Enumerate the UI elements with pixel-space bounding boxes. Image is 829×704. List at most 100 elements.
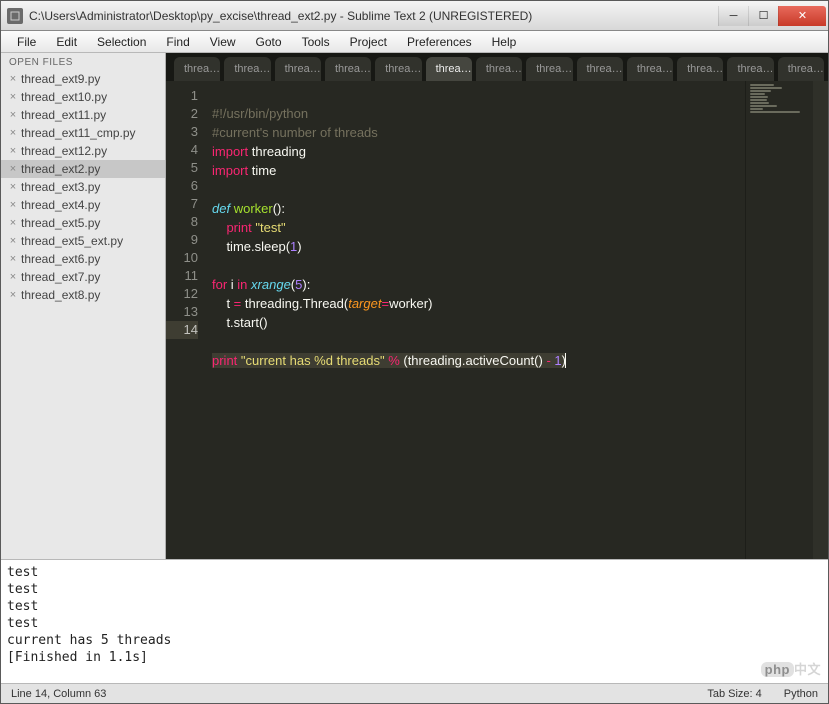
line-number[interactable]: 4 xyxy=(166,141,198,159)
menu-edit[interactable]: Edit xyxy=(46,33,87,51)
line-number[interactable]: 12 xyxy=(166,285,198,303)
editor-tab[interactable]: threa… xyxy=(577,57,623,81)
maximize-button[interactable]: ☐ xyxy=(748,6,778,26)
file-name-label: thread_ext9.py xyxy=(21,72,100,86)
menu-selection[interactable]: Selection xyxy=(87,33,156,51)
minimap-preview xyxy=(750,84,809,112)
menu-find[interactable]: Find xyxy=(156,33,199,51)
status-syntax[interactable]: Python xyxy=(784,688,818,700)
file-name-label: thread_ext11.py xyxy=(21,108,106,122)
menu-help[interactable]: Help xyxy=(482,33,527,51)
editor-column: threa…threa…threa…threa…threa…threa…thre… xyxy=(166,53,828,559)
line-number[interactable]: 1 xyxy=(166,87,198,105)
minimize-button[interactable]: ─ xyxy=(718,6,748,26)
file-name-label: thread_ext5_ext.py xyxy=(21,234,123,248)
statusbar: Line 14, Column 63 Tab Size: 4 Python xyxy=(1,683,828,703)
line-number[interactable]: 5 xyxy=(166,159,198,177)
close-icon[interactable]: × xyxy=(7,271,19,283)
menu-preferences[interactable]: Preferences xyxy=(397,33,482,51)
close-icon[interactable]: × xyxy=(7,127,19,139)
sidebar-heading: OPEN FILES xyxy=(1,53,165,70)
sidebar-file-item[interactable]: ×thread_ext2.py xyxy=(1,160,165,178)
file-name-label: thread_ext12.py xyxy=(21,144,107,158)
app-icon xyxy=(7,8,23,24)
close-icon[interactable]: × xyxy=(7,163,19,175)
menu-file[interactable]: File xyxy=(7,33,46,51)
editor-tab[interactable]: threa… xyxy=(275,57,321,81)
code-area: 1234567891011121314 #!/usr/bin/python #c… xyxy=(166,81,828,559)
sidebar-file-item[interactable]: ×thread_ext6.py xyxy=(1,250,165,268)
editor-tab[interactable]: threa… xyxy=(677,57,723,81)
menu-view[interactable]: View xyxy=(200,33,246,51)
close-icon[interactable]: × xyxy=(7,91,19,103)
file-name-label: thread_ext10.py xyxy=(21,90,107,104)
editor-tab[interactable]: threa… xyxy=(727,57,773,81)
editor-tab[interactable]: threa… xyxy=(375,57,421,81)
sidebar-file-item[interactable]: ×thread_ext10.py xyxy=(1,88,165,106)
line-gutter[interactable]: 1234567891011121314 xyxy=(166,81,206,559)
menu-goto[interactable]: Goto xyxy=(246,33,292,51)
line-number[interactable]: 14 xyxy=(166,321,198,339)
line-number[interactable]: 7 xyxy=(166,195,198,213)
close-icon[interactable]: × xyxy=(7,109,19,121)
close-icon[interactable]: × xyxy=(7,235,19,247)
sidebar-file-item[interactable]: ×thread_ext5.py xyxy=(1,214,165,232)
menu-tools[interactable]: Tools xyxy=(292,33,340,51)
sidebar-file-item[interactable]: ×thread_ext8.py xyxy=(1,286,165,304)
sidebar-file-item[interactable]: ×thread_ext3.py xyxy=(1,178,165,196)
line-number[interactable]: 10 xyxy=(166,249,198,267)
editor-tab[interactable]: threa… xyxy=(526,57,572,81)
editor-tab[interactable]: threa… xyxy=(426,57,472,81)
sidebar: OPEN FILES ×thread_ext9.py×thread_ext10.… xyxy=(1,53,166,559)
sidebar-file-item[interactable]: ×thread_ext11.py xyxy=(1,106,165,124)
editor-tab[interactable]: threa… xyxy=(627,57,673,81)
line-number[interactable]: 6 xyxy=(166,177,198,195)
editor-tab[interactable]: threa… xyxy=(476,57,522,81)
build-output-console[interactable]: test test test test current has 5 thread… xyxy=(1,559,828,683)
line-number[interactable]: 13 xyxy=(166,303,198,321)
file-name-label: thread_ext4.py xyxy=(21,198,100,212)
line-number[interactable]: 8 xyxy=(166,213,198,231)
close-icon[interactable]: × xyxy=(7,73,19,85)
menubar: File Edit Selection Find View Goto Tools… xyxy=(1,31,828,53)
window-title: C:\Users\Administrator\Desktop\py_excise… xyxy=(29,9,718,23)
close-icon[interactable]: × xyxy=(7,253,19,265)
close-icon[interactable]: × xyxy=(7,145,19,157)
editor-tab[interactable]: threa… xyxy=(174,57,220,81)
file-name-label: thread_ext8.py xyxy=(21,288,100,302)
file-name-label: thread_ext6.py xyxy=(21,252,100,266)
code-editor[interactable]: #!/usr/bin/python #current's number of t… xyxy=(206,81,745,559)
close-icon[interactable]: × xyxy=(7,217,19,229)
close-button[interactable]: ✕ xyxy=(778,6,826,26)
titlebar[interactable]: C:\Users\Administrator\Desktop\py_excise… xyxy=(1,1,828,31)
line-number[interactable]: 2 xyxy=(166,105,198,123)
app-window: C:\Users\Administrator\Desktop\py_excise… xyxy=(0,0,829,704)
editor-tab[interactable]: threa… xyxy=(778,57,824,81)
status-tab-size[interactable]: Tab Size: 4 xyxy=(707,688,761,700)
status-position[interactable]: Line 14, Column 63 xyxy=(11,688,106,700)
sidebar-file-item[interactable]: ×thread_ext5_ext.py xyxy=(1,232,165,250)
tab-bar: threa…threa…threa…threa…threa…threa…thre… xyxy=(166,53,828,81)
line-number[interactable]: 11 xyxy=(166,267,198,285)
minimap[interactable] xyxy=(745,81,813,559)
open-files-list: ×thread_ext9.py×thread_ext10.py×thread_e… xyxy=(1,70,165,304)
close-icon[interactable]: × xyxy=(7,289,19,301)
close-icon[interactable]: × xyxy=(7,181,19,193)
file-name-label: thread_ext3.py xyxy=(21,180,100,194)
file-name-label: thread_ext5.py xyxy=(21,216,100,230)
sidebar-file-item[interactable]: ×thread_ext11_cmp.py xyxy=(1,124,165,142)
editor-tab[interactable]: threa… xyxy=(325,57,371,81)
editor-tab[interactable]: threa… xyxy=(224,57,270,81)
sidebar-file-item[interactable]: ×thread_ext7.py xyxy=(1,268,165,286)
sidebar-file-item[interactable]: ×thread_ext12.py xyxy=(1,142,165,160)
line-number[interactable]: 3 xyxy=(166,123,198,141)
line-number[interactable]: 9 xyxy=(166,231,198,249)
close-icon[interactable]: × xyxy=(7,199,19,211)
menu-project[interactable]: Project xyxy=(340,33,397,51)
sidebar-file-item[interactable]: ×thread_ext4.py xyxy=(1,196,165,214)
file-name-label: thread_ext11_cmp.py xyxy=(21,126,136,140)
sidebar-file-item[interactable]: ×thread_ext9.py xyxy=(1,70,165,88)
file-name-label: thread_ext2.py xyxy=(21,162,100,176)
window-controls: ─ ☐ ✕ xyxy=(718,6,826,26)
vertical-scrollbar[interactable] xyxy=(813,81,828,559)
